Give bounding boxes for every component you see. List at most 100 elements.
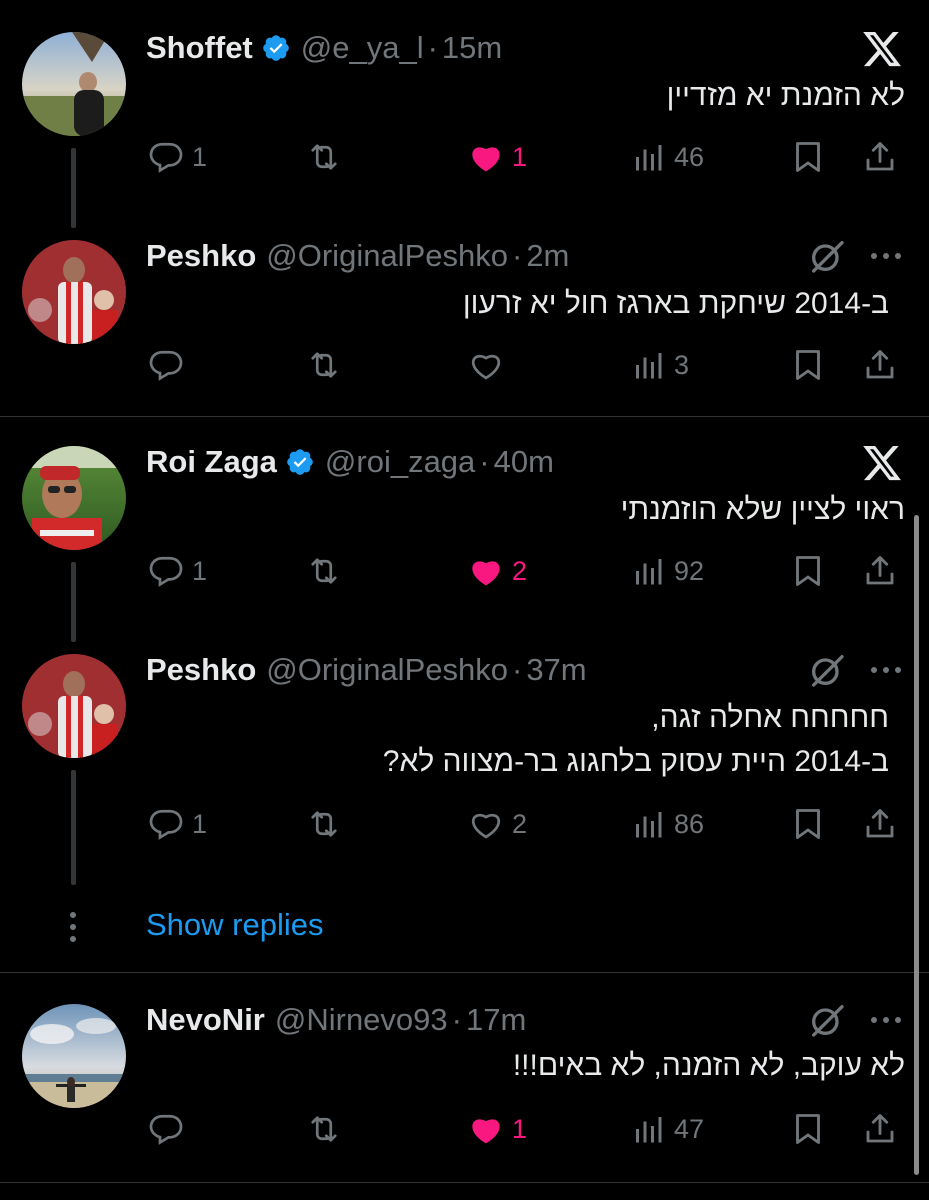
bookmark-button[interactable] (790, 801, 826, 847)
bookmark-icon (796, 350, 820, 380)
reply-button[interactable] (148, 342, 192, 388)
like-button[interactable]: 1 (468, 134, 527, 180)
handle[interactable]: @roi_zaga (325, 444, 475, 480)
bookmark-button[interactable] (790, 134, 826, 180)
timestamp[interactable]: 17m (466, 1002, 526, 1038)
handle[interactable]: @OriginalPeshko (266, 652, 508, 688)
views-button[interactable]: 92 (630, 548, 704, 594)
bookmark-button[interactable] (790, 548, 826, 594)
bookmark-icon (796, 1114, 820, 1144)
scrollbar[interactable] (914, 515, 919, 1175)
like-button[interactable]: 2 (468, 801, 527, 847)
reply-count: 1 (192, 808, 208, 839)
grok-icon[interactable] (807, 1000, 847, 1040)
reply-button[interactable]: 1 (148, 134, 207, 180)
like-count: 1 (512, 1113, 528, 1144)
show-replies-link[interactable]: Show replies (146, 907, 323, 943)
timestamp[interactable]: 15m (442, 30, 502, 66)
timestamp[interactable]: 40m (494, 444, 554, 480)
avatar[interactable] (22, 654, 126, 758)
share-button[interactable] (862, 342, 898, 388)
handle[interactable]: @OriginalPeshko (266, 238, 508, 274)
top-right (807, 650, 903, 690)
reply-icon (149, 142, 183, 173)
action-bar: 1 47 (0, 1106, 929, 1152)
reply-button[interactable]: 1 (148, 801, 207, 847)
like-icon (472, 147, 500, 172)
like-count: 1 (512, 141, 528, 172)
reply-count: 1 (192, 141, 208, 172)
views-button[interactable]: 47 (630, 1106, 704, 1152)
share-button[interactable] (862, 801, 898, 847)
display-name[interactable]: Peshko (146, 238, 256, 274)
share-button[interactable] (862, 1106, 898, 1152)
views-button[interactable]: 3 (630, 342, 689, 388)
views-icon (636, 559, 662, 585)
handle[interactable]: @Nirnevo93 (275, 1002, 448, 1038)
share-icon (866, 809, 894, 838)
avatar[interactable] (22, 446, 126, 550)
x-logo-icon (863, 445, 901, 481)
view-count: 86 (674, 808, 705, 839)
views-button[interactable]: 86 (630, 801, 704, 847)
more-replies-dots-icon (70, 912, 76, 942)
bookmark-button[interactable] (790, 342, 826, 388)
like-count: 2 (512, 555, 528, 586)
tweet-header: Shoffet @e_ya_l · 15m (146, 28, 502, 68)
display-name[interactable]: NevoNir (146, 1002, 265, 1038)
view-count: 47 (674, 1113, 705, 1144)
separator: · (427, 30, 438, 65)
avatar[interactable] (22, 240, 126, 344)
display-name[interactable]: Peshko (146, 652, 256, 688)
like-count: 2 (512, 808, 528, 839)
tweet-text-line: לא הזמנת יא מזדיין (666, 79, 905, 112)
grok-icon[interactable] (807, 236, 847, 276)
top-right (861, 442, 903, 484)
bookmark-button[interactable] (790, 1106, 826, 1152)
retweet-button[interactable] (306, 548, 342, 594)
retweet-button[interactable] (306, 342, 342, 388)
share-button[interactable] (862, 134, 898, 180)
tweet-header: Peshko @OriginalPeshko · 2m (146, 236, 569, 276)
like-button[interactable]: 2 (468, 548, 527, 594)
retweet-icon (311, 1116, 337, 1142)
like-button[interactable]: 1 (468, 1106, 527, 1152)
avatar[interactable] (22, 1004, 126, 1108)
timestamp[interactable]: 37m (526, 652, 586, 688)
handle[interactable]: @e_ya_l (301, 30, 424, 66)
top-right (807, 236, 903, 276)
action-bar: 3 (0, 342, 929, 388)
divider (0, 416, 929, 417)
action-bar: 1 2 92 (0, 548, 929, 594)
tweet-header: Peshko @OriginalPeshko · 37m (146, 650, 587, 690)
tweet-header: Roi Zaga @roi_zaga · 40m (146, 442, 554, 482)
timestamp[interactable]: 2m (526, 238, 569, 274)
top-right (807, 1000, 903, 1040)
retweet-button[interactable] (306, 134, 342, 180)
more-icon[interactable] (869, 665, 903, 675)
reply-icon (149, 350, 183, 381)
display-name[interactable]: Shoffet (146, 30, 253, 66)
avatar[interactable] (22, 32, 126, 136)
views-icon (636, 353, 662, 379)
more-icon[interactable] (869, 1015, 903, 1025)
display-name[interactable]: Roi Zaga (146, 444, 277, 480)
reply-button[interactable] (148, 1106, 192, 1152)
separator: · (511, 652, 523, 687)
share-icon (866, 556, 894, 585)
reply-icon (149, 556, 183, 587)
like-button[interactable] (468, 342, 512, 388)
views-button[interactable]: 46 (630, 134, 704, 180)
retweet-button[interactable] (306, 801, 342, 847)
separator: · (479, 444, 490, 479)
share-button[interactable] (862, 548, 898, 594)
tweet-text: ב-2014 שיחקת בארגז חול יא זרעון (463, 282, 889, 326)
retweet-button[interactable] (306, 1106, 342, 1152)
tweet-header: NevoNir @Nirnevo93 · 17m (146, 1000, 526, 1040)
like-icon (472, 1119, 500, 1144)
reply-button[interactable]: 1 (148, 548, 207, 594)
separator: · (451, 1002, 462, 1037)
grok-icon[interactable] (807, 650, 847, 690)
reply-count: 1 (192, 555, 208, 586)
more-icon[interactable] (869, 251, 903, 261)
